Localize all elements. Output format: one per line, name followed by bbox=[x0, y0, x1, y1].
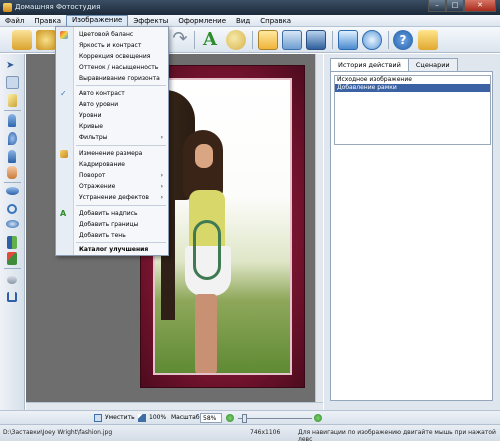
menu-lighting-correction[interactable]: Коррекция освещения bbox=[56, 51, 168, 62]
photo bbox=[153, 78, 292, 375]
pointer-icon[interactable]: ➤ bbox=[6, 60, 19, 73]
color-balance-icon bbox=[60, 31, 68, 39]
collage-icon[interactable] bbox=[306, 30, 326, 50]
zoom-slider-track[interactable] bbox=[238, 418, 312, 419]
image-menu-dropdown: Цветовой баланс Яркость и контраст Корре… bbox=[55, 26, 169, 256]
zoom-slider-thumb[interactable] bbox=[242, 414, 247, 423]
menu-hue-saturation[interactable]: Оттенок / насыщенность bbox=[56, 62, 168, 73]
right-panel: История действий Сценарии Исходное изобр… bbox=[324, 54, 500, 410]
redo-icon[interactable]: ↷ bbox=[170, 30, 190, 50]
save-icon[interactable] bbox=[36, 30, 56, 50]
submenu-arrow-icon: › bbox=[160, 134, 163, 141]
crop-icon[interactable] bbox=[7, 292, 17, 302]
history-item-selected[interactable]: Добавление рамки bbox=[335, 84, 490, 92]
menu-add-shadow[interactable]: Добавить тень bbox=[56, 230, 168, 241]
history-panel: Исходное изображение Добавление рамки bbox=[330, 71, 493, 401]
fit-screen-icon[interactable] bbox=[338, 30, 358, 50]
horizontal-scrollbar[interactable] bbox=[26, 402, 323, 410]
stamp-icon[interactable] bbox=[7, 166, 17, 179]
maximize-button[interactable]: □ bbox=[446, 0, 464, 12]
menu-design[interactable]: Оформление bbox=[173, 15, 231, 27]
menu-rotate[interactable]: Поворот › bbox=[56, 170, 168, 181]
minimize-button[interactable]: – bbox=[428, 0, 446, 12]
actual-size-small-icon[interactable] bbox=[138, 414, 146, 422]
menu-help[interactable]: Справка bbox=[255, 15, 296, 27]
menu-view[interactable]: Вид bbox=[231, 15, 255, 27]
menu-crop[interactable]: Кадрирование bbox=[56, 159, 168, 170]
open-folder-icon[interactable] bbox=[12, 30, 32, 50]
hand-icon[interactable] bbox=[6, 76, 19, 89]
menu-flip[interactable]: Отражение › bbox=[56, 181, 168, 192]
brush-icon[interactable] bbox=[8, 114, 16, 127]
palette-icon[interactable] bbox=[226, 30, 246, 50]
eye-icon[interactable] bbox=[6, 220, 19, 228]
menu-brightness-contrast[interactable]: Яркость и контраст bbox=[56, 40, 168, 51]
menu-color-balance[interactable]: Цветовой баланс bbox=[56, 29, 168, 40]
history-item[interactable]: Исходное изображение bbox=[335, 76, 490, 84]
tab-scenarios[interactable]: Сценарии bbox=[407, 58, 458, 71]
zoom-in-icon[interactable] bbox=[314, 414, 322, 422]
fit-icon[interactable] bbox=[94, 414, 102, 422]
zoom-input[interactable]: 58% bbox=[200, 413, 222, 423]
tool-panel: ➤ bbox=[0, 54, 25, 414]
menu-levels[interactable]: Уровни bbox=[56, 110, 168, 121]
menu-enhancement-catalog[interactable]: Каталог улучшения bbox=[56, 244, 168, 255]
checkmark-icon: ✓ bbox=[60, 89, 67, 98]
tab-history[interactable]: История действий bbox=[330, 58, 409, 72]
package-icon[interactable] bbox=[418, 30, 438, 50]
text-icon: A bbox=[60, 209, 67, 218]
close-button[interactable]: ✕ bbox=[464, 0, 496, 12]
menu-horizon-align[interactable]: Выравнивание горизонта bbox=[56, 73, 168, 84]
menu-curves[interactable]: Кривые bbox=[56, 121, 168, 132]
menu-add-borders[interactable]: Добавить границы bbox=[56, 219, 168, 230]
drop-icon[interactable] bbox=[8, 132, 17, 145]
menu-auto-contrast[interactable]: ✓ Авто контраст bbox=[56, 88, 168, 99]
menu-filters[interactable]: Фильтры › bbox=[56, 132, 168, 143]
zoom-out-icon[interactable] bbox=[226, 414, 234, 422]
submenu-arrow-icon: › bbox=[160, 194, 163, 201]
fit-label[interactable]: Уместить bbox=[105, 414, 135, 421]
window-title: Домашняя Фотостудия bbox=[15, 3, 101, 11]
scale-label: Масштаб: bbox=[171, 414, 202, 421]
text-tool-icon[interactable]: A bbox=[200, 30, 220, 50]
submenu-arrow-icon: › bbox=[160, 172, 163, 179]
frame-icon[interactable] bbox=[258, 30, 278, 50]
help-icon[interactable]: ? bbox=[393, 30, 413, 50]
submenu-arrow-icon: › bbox=[160, 183, 163, 190]
menu-resize[interactable]: Изменение размера bbox=[56, 148, 168, 159]
history-list: Исходное изображение Добавление рамки bbox=[334, 75, 491, 145]
actual-size-icon[interactable] bbox=[362, 30, 382, 50]
status-bar: D:\Заставки\Joey Wright\fashion.jpg 746x… bbox=[0, 424, 500, 443]
menu-add-text[interactable]: A Добавить надпись bbox=[56, 208, 168, 219]
file-path: D:\Заставки\Joey Wright\fashion.jpg bbox=[3, 429, 113, 436]
color-swap-icon[interactable] bbox=[7, 252, 17, 265]
resize-icon bbox=[60, 150, 68, 158]
menu-fix-defects[interactable]: Устранение дефектов › bbox=[56, 192, 168, 203]
zoom-bar: Уместить 100% Масштаб: 58% bbox=[0, 410, 500, 424]
app-icon bbox=[3, 3, 12, 12]
sharpen-icon[interactable] bbox=[8, 150, 16, 163]
eraser-icon[interactable] bbox=[7, 276, 17, 284]
title-bar: Домашняя Фотостудия – □ ✕ bbox=[0, 0, 500, 15]
hundred-percent-label[interactable]: 100% bbox=[149, 414, 166, 421]
vertical-scrollbar[interactable] bbox=[315, 54, 323, 402]
menu-file[interactable]: Файл bbox=[0, 15, 29, 27]
lasso-icon[interactable] bbox=[7, 204, 17, 214]
pencil-icon[interactable] bbox=[8, 94, 17, 107]
calendar-icon[interactable] bbox=[282, 30, 302, 50]
image-dimensions: 746x1106 bbox=[250, 429, 281, 436]
menu-auto-levels[interactable]: Авто уровни bbox=[56, 99, 168, 110]
red-eye-icon[interactable] bbox=[6, 187, 19, 195]
layers-icon[interactable] bbox=[7, 236, 17, 249]
